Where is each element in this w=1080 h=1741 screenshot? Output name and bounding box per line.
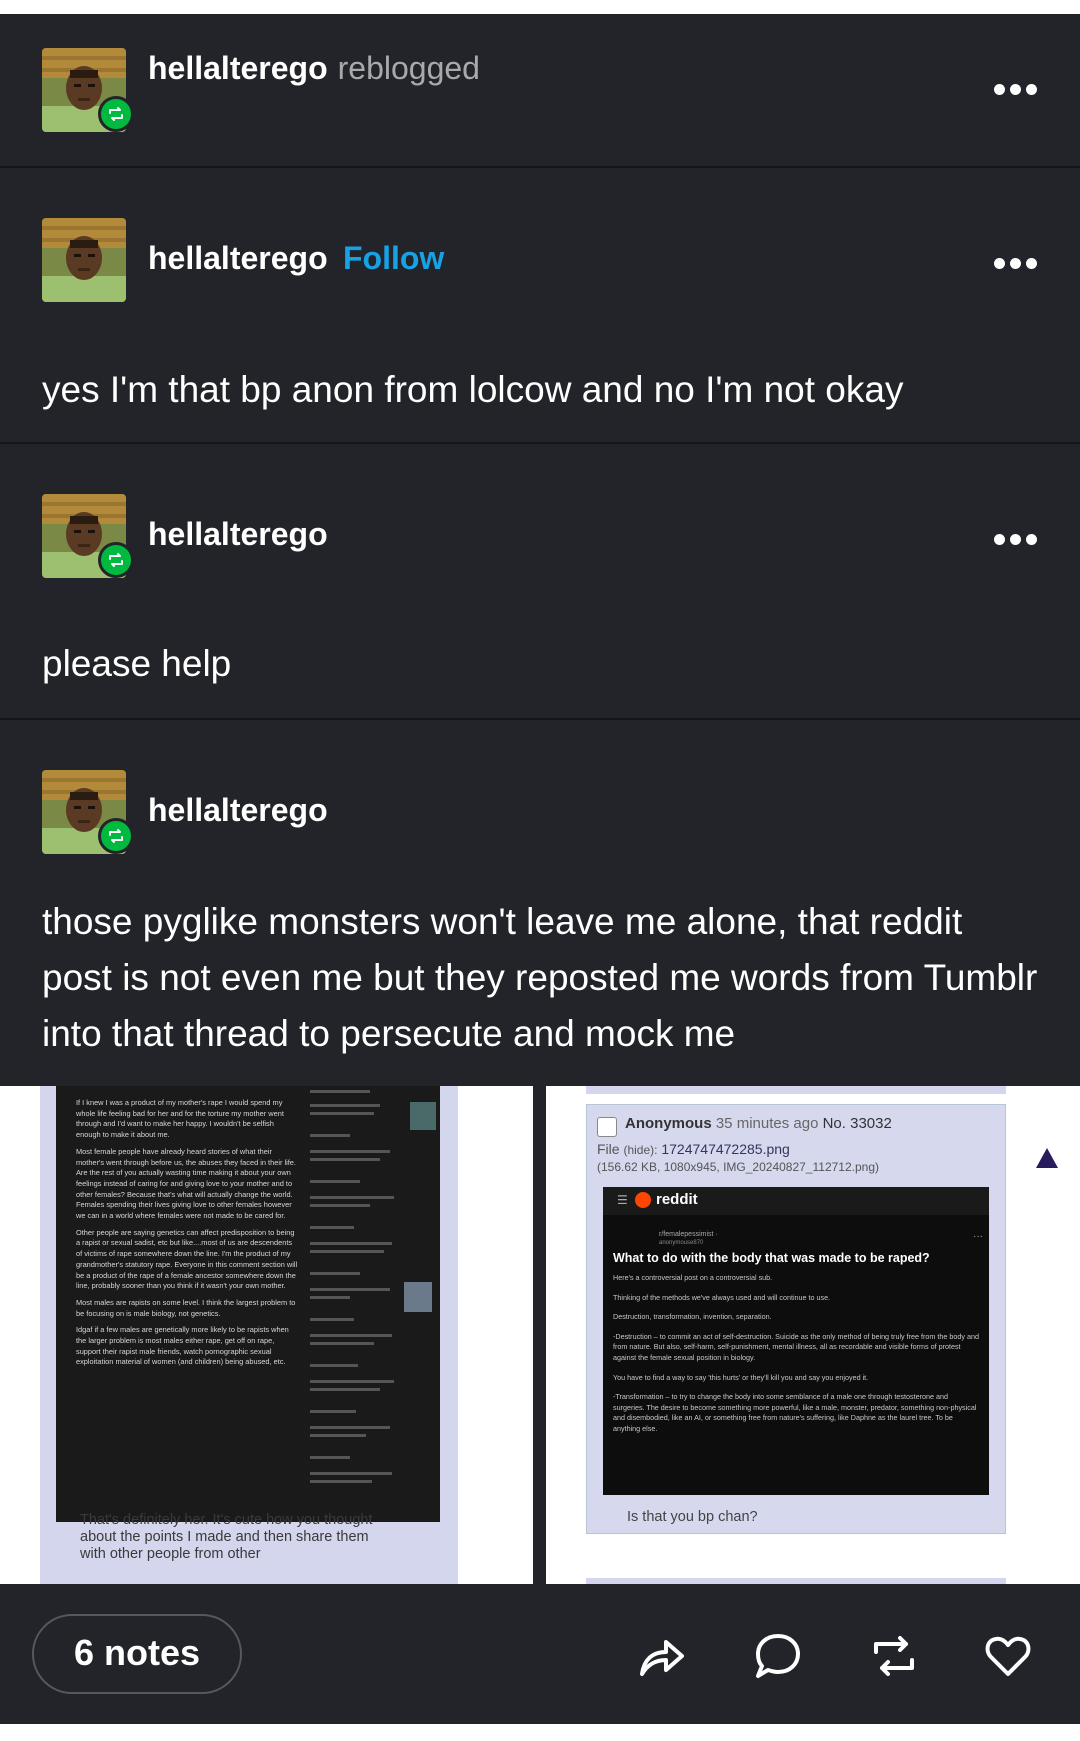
reblog-badge-icon xyxy=(98,96,134,132)
reddit-line: You have to find a way to say 'this hurt… xyxy=(613,1372,869,1382)
file-meta: (156.62 KB, 1080x945, IMG_20240827_11271… xyxy=(597,1160,879,1174)
poster-name: Anonymous xyxy=(625,1115,712,1132)
file-hide-link[interactable]: (hide): xyxy=(623,1143,657,1157)
post-checkbox[interactable] xyxy=(597,1117,617,1137)
more-options-icon[interactable] xyxy=(994,258,1038,272)
reblogged-label: reblogged xyxy=(337,50,480,86)
reddit-screenshot: ☰ reddit r/femalepessimist · anonymouse8… xyxy=(603,1187,989,1495)
comment-paragraph: Most males are rapists on some level. I … xyxy=(76,1297,296,1318)
reblog-header: hellalterego reblogged xyxy=(0,14,1080,166)
reddit-topbar: ☰ reddit xyxy=(603,1187,989,1215)
reddit-line: Destruction, transformation, invention, … xyxy=(613,1312,772,1322)
imageboard-post: Anonymous 35 minutes ago No. 33032 File … xyxy=(586,1104,1006,1534)
reddit-logo-icon xyxy=(635,1192,651,1208)
reddit-line: Here's a controversial post on a controv… xyxy=(613,1273,773,1282)
reply-caption: Is that you bp chan? xyxy=(627,1509,758,1525)
follow-button[interactable]: Follow xyxy=(343,240,444,277)
reddit-line: Thinking of the methods we've always use… xyxy=(613,1292,831,1302)
reddit-screenshot: If I knew I was a product of my mother's… xyxy=(56,1086,440,1522)
comment-paragraph: Other people are saying genetics can aff… xyxy=(76,1227,298,1291)
post-footer: 6 notes xyxy=(0,1584,1080,1724)
more-options-icon[interactable] xyxy=(994,534,1038,548)
attached-image-left[interactable]: If I knew I was a product of my mother's… xyxy=(0,1086,533,1584)
post-menu-icon: ··· xyxy=(973,1231,983,1242)
status-strip xyxy=(0,0,1080,14)
post-username[interactable]: hellalterego xyxy=(148,792,328,829)
file-label: File xyxy=(597,1141,620,1157)
post-text: please help xyxy=(42,643,232,684)
sidebar-comments-graphic xyxy=(310,1090,436,1483)
reblog-icon[interactable] xyxy=(868,1630,920,1682)
reply-icon[interactable] xyxy=(752,1630,804,1682)
reddit-post-title: What to do with the body that was made t… xyxy=(613,1251,930,1265)
post-header: Anonymous 35 minutes ago No. 33032 xyxy=(625,1115,892,1132)
attached-image-right[interactable]: Anonymous 35 minutes ago No. 33032 File … xyxy=(546,1086,1080,1584)
like-heart-icon[interactable] xyxy=(982,1630,1034,1682)
notes-button[interactable]: 6 notes xyxy=(32,1614,242,1694)
reblog-badge-icon xyxy=(98,818,134,854)
post-time: 35 minutes ago xyxy=(715,1115,819,1132)
share-icon[interactable] xyxy=(636,1630,688,1682)
reddit-brand: reddit xyxy=(656,1191,698,1208)
post-author: anonymouse870 xyxy=(659,1240,704,1246)
thread-post-background xyxy=(586,1086,1006,1094)
reblog-entry-2: hellalterego please help xyxy=(0,444,1080,712)
avatar[interactable] xyxy=(42,218,126,302)
comment-paragraph: Idgaf if a few males are genetically mor… xyxy=(76,1325,289,1367)
reddit-line: -Destruction – to commit an act of self-… xyxy=(613,1331,979,1362)
post-number[interactable]: No. 33032 xyxy=(823,1115,892,1132)
post-text: those pyglike monsters won't leave me al… xyxy=(42,901,1038,1054)
notes-count: 6 notes xyxy=(74,1632,201,1673)
post-card: hellalterego reblogged hellalterego Follo… xyxy=(0,14,1080,1584)
reply-caption: That's definitely her. It's cute how you… xyxy=(80,1512,373,1562)
comment-paragraphs: If I knew I was a product of my mother's… xyxy=(76,1098,298,1374)
reddit-line: -Transformation – to try to change the b… xyxy=(613,1392,977,1433)
post-text: yes I'm that bp anon from lolcow and no … xyxy=(42,369,904,410)
menu-icon: ☰ xyxy=(617,1193,628,1207)
file-info: File (hide): 1724747472285.png xyxy=(597,1141,790,1157)
comment-paragraph: Most female people have already heard st… xyxy=(76,1146,296,1221)
bottom-strip xyxy=(0,1724,1080,1741)
file-name-link[interactable]: 1724747472285.png xyxy=(661,1141,789,1157)
comment-paragraph: If I knew I was a product of my mother's… xyxy=(76,1098,284,1140)
reddit-post-body: Here's a controversial post on a controv… xyxy=(613,1273,981,1444)
subreddit-name: r/femalepessimist · xyxy=(659,1231,718,1238)
scroll-up-arrow-icon[interactable] xyxy=(1036,1148,1058,1168)
reblog-entry-3: hellalterego those pyglike monsters won'… xyxy=(0,720,1080,1090)
post-username[interactable]: hellalterego xyxy=(148,516,328,553)
reblogger-username[interactable]: hellalterego xyxy=(148,50,328,86)
reblog-line: hellalterego reblogged xyxy=(148,50,480,87)
post-username[interactable]: hellalterego xyxy=(148,240,328,277)
reblog-badge-icon xyxy=(98,542,134,578)
reblog-entry-1: hellalterego Follow yes I'm that bp anon… xyxy=(0,168,1080,458)
more-options-icon[interactable] xyxy=(994,84,1038,98)
